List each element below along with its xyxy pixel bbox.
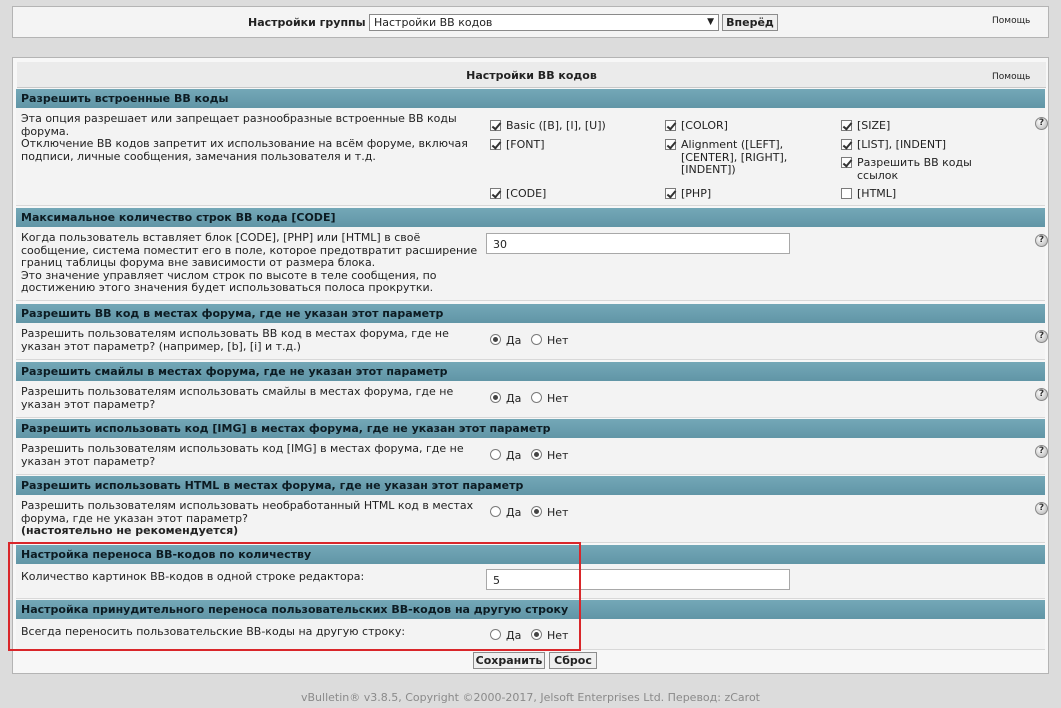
help-icon[interactable]: ? bbox=[1035, 388, 1048, 401]
setting-row-bbcode-elsewhere: Разрешить пользователям использовать BB … bbox=[16, 323, 1048, 360]
footer-copyright: vBulletin® v3.8.5, Copyright ©2000-2017,… bbox=[300, 691, 760, 704]
reset-button[interactable]: Сброс bbox=[549, 652, 597, 669]
checkbox-size[interactable] bbox=[841, 120, 852, 131]
checkbox-label-alignment: Alignment ([LEFT], [CENTER], [RIGHT], [I… bbox=[681, 138, 788, 176]
help-link-panel[interactable]: Помощь bbox=[992, 72, 1030, 82]
section-title: Разрешить смайлы в местах форума, где не… bbox=[21, 365, 448, 378]
group-label: Настройки группы bbox=[248, 16, 366, 29]
setting-description-text: Разрешить пользователям использовать нео… bbox=[21, 499, 474, 525]
checkbox-label-url: Разрешить BB коды ссылок bbox=[857, 156, 972, 182]
chevron-down-icon: ▼ bbox=[707, 17, 714, 27]
checkbox-html[interactable] bbox=[841, 188, 852, 199]
checkbox-label-font: [FONT] bbox=[506, 138, 545, 151]
radio-no[interactable] bbox=[531, 449, 542, 460]
help-link-top[interactable]: Помощь bbox=[992, 16, 1030, 26]
setting-row-builtin-bbcodes: Эта опция разрешает или запрещает разноо… bbox=[16, 108, 1048, 206]
section-title: Разрешить использовать код [IMG] в места… bbox=[21, 422, 551, 435]
panel-header: Настройки BB кодов Помощь bbox=[17, 62, 1046, 88]
section-title: Разрешить встроенные BB коды bbox=[21, 92, 229, 105]
checkbox-label-code: [CODE] bbox=[506, 187, 547, 200]
radio-no[interactable] bbox=[531, 334, 542, 345]
group-select[interactable]: Настройки BB кодов ▼ bbox=[369, 14, 719, 31]
setting-row-html-elsewhere: Разрешить пользователям использовать нео… bbox=[16, 495, 1048, 543]
checkbox-php[interactable] bbox=[665, 188, 676, 199]
section-title: Максимальное количество строк BB кода [C… bbox=[21, 211, 336, 224]
help-icon[interactable]: ? bbox=[1035, 445, 1048, 458]
section-header-html-elsewhere: Разрешить использовать HTML в местах фор… bbox=[16, 476, 1045, 495]
checkbox-alignment[interactable] bbox=[665, 139, 676, 150]
checkbox-label-list: [LIST], [INDENT] bbox=[857, 138, 947, 151]
checkbox-list[interactable] bbox=[841, 139, 852, 150]
section-header-code-lines: Максимальное количество строк BB кода [C… bbox=[16, 208, 1045, 227]
setting-description: Разрешить пользователям использовать нео… bbox=[21, 499, 483, 538]
go-button[interactable]: Вперёд bbox=[722, 14, 778, 31]
save-button[interactable]: Сохранить bbox=[473, 652, 545, 669]
setting-row-smilies-elsewhere: Разрешить пользователям использовать сма… bbox=[16, 381, 1048, 418]
help-icon[interactable]: ? bbox=[1035, 234, 1048, 247]
help-icon[interactable]: ? bbox=[1035, 330, 1048, 343]
radio-label-no: Нет bbox=[547, 506, 569, 519]
help-icon[interactable]: ? bbox=[1035, 117, 1048, 130]
checkbox-label-basic: Basic ([B], [I], [U]) bbox=[506, 119, 606, 132]
radio-label-yes: Да bbox=[506, 334, 522, 347]
radio-yes[interactable] bbox=[490, 449, 501, 460]
panel-title: Настройки BB кодов bbox=[466, 69, 597, 82]
radio-yes[interactable] bbox=[490, 506, 501, 517]
setting-description: Разрешить пользователям использовать BB … bbox=[21, 327, 449, 353]
setting-description: Эта опция разрешает или запрещает разноо… bbox=[21, 112, 468, 163]
radio-label-yes: Да bbox=[506, 506, 522, 519]
checkbox-url[interactable] bbox=[841, 157, 852, 168]
setting-description: Разрешить пользователям использовать код… bbox=[21, 442, 464, 468]
group-selector-bar: Настройки группы Настройки BB кодов ▼ Вп… bbox=[12, 6, 1049, 38]
radio-label-no: Нет bbox=[547, 334, 569, 347]
radio-no[interactable] bbox=[531, 506, 542, 517]
setting-description: Когда пользователь вставляет блок [CODE]… bbox=[21, 231, 478, 294]
checkbox-label-php: [PHP] bbox=[681, 187, 712, 200]
checkbox-label-color: [COLOR] bbox=[681, 119, 728, 132]
checkbox-basic[interactable] bbox=[490, 120, 501, 131]
section-title: Разрешить BB код в местах форума, где не… bbox=[21, 307, 444, 320]
setting-row-code-lines: Когда пользователь вставляет блок [CODE]… bbox=[16, 227, 1048, 301]
checkbox-code[interactable] bbox=[490, 188, 501, 199]
section-header-img-elsewhere: Разрешить использовать код [IMG] в места… bbox=[16, 419, 1045, 438]
section-title: Разрешить использовать HTML в местах фор… bbox=[21, 479, 524, 492]
radio-yes[interactable] bbox=[490, 334, 501, 345]
radio-no[interactable] bbox=[531, 392, 542, 403]
section-header-bbcode-elsewhere: Разрешить BB код в местах форума, где не… bbox=[16, 304, 1045, 323]
checkbox-label-size: [SIZE] bbox=[857, 119, 891, 132]
setting-row-img-elsewhere: Разрешить пользователям использовать код… bbox=[16, 438, 1048, 475]
section-title: Настройка переноса BB-кодов по количеств… bbox=[21, 548, 312, 561]
max-code-lines-input[interactable]: 30 bbox=[486, 233, 790, 254]
section-title: Настройка принудительного переноса польз… bbox=[21, 603, 569, 616]
radio-label-yes: Да bbox=[506, 392, 522, 405]
setting-warning: (настоятельно не рекомендуется) bbox=[21, 524, 239, 537]
group-select-value: Настройки BB кодов bbox=[374, 16, 493, 29]
section-header-smilies-elsewhere: Разрешить смайлы в местах форума, где не… bbox=[16, 362, 1045, 381]
radio-label-yes: Да bbox=[506, 449, 522, 462]
section-header-builtin-bbcodes: Разрешить встроенные BB коды bbox=[16, 89, 1045, 108]
help-icon[interactable]: ? bbox=[1035, 502, 1048, 515]
setting-description: Разрешить пользователям использовать сма… bbox=[21, 385, 454, 411]
checkbox-label-html: [HTML] bbox=[857, 187, 897, 200]
checkbox-color[interactable] bbox=[665, 120, 676, 131]
radio-yes[interactable] bbox=[490, 392, 501, 403]
radio-label-no: Нет bbox=[547, 449, 569, 462]
radio-label-no: Нет bbox=[547, 392, 569, 405]
checkbox-font[interactable] bbox=[490, 139, 501, 150]
